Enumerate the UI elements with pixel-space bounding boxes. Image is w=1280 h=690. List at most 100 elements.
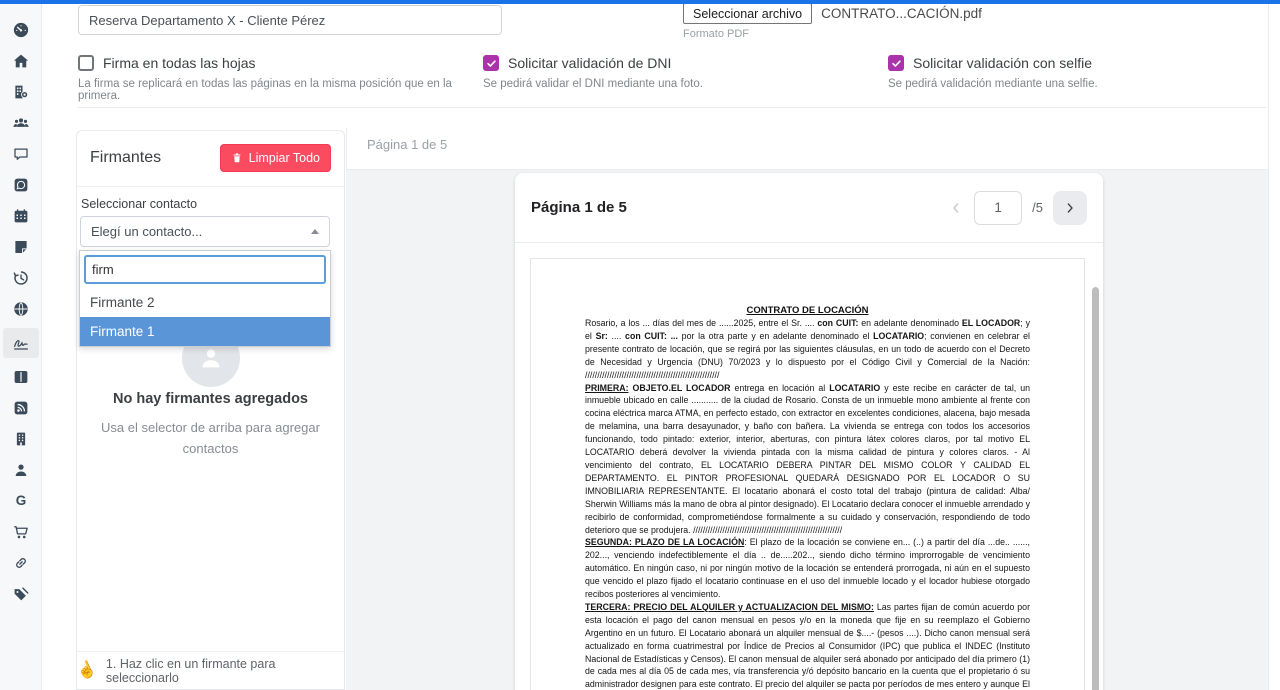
building-icon: [12, 430, 30, 448]
note-icon: [12, 238, 30, 256]
contact-options-list: Firmante 2Firmante 1: [80, 288, 330, 346]
signature-icon: [12, 334, 30, 352]
document-scroll-area: CONTRATO DE LOCACIÓN Rosario, a los ... …: [515, 243, 1103, 690]
gauge-icon: [12, 21, 30, 39]
sidebar-item-google[interactable]: G: [8, 489, 34, 513]
sidebar-item-contacts[interactable]: [8, 111, 34, 135]
history-icon: [12, 269, 30, 287]
google-icon: G: [12, 492, 30, 510]
footer-hint-text: 1. Haz clic en un firmante para seleccio…: [106, 657, 344, 685]
building-gear-icon: [12, 83, 30, 101]
no-signers-subtitle: Usa el selector de arriba para agregar c…: [101, 418, 320, 460]
no-signers-title: No hay firmantes agregados: [77, 391, 344, 407]
sidebar-item-home[interactable]: [8, 49, 34, 73]
page-scrollbar-track[interactable]: [1268, 0, 1280, 690]
sidebar-item-chat[interactable]: [8, 142, 34, 166]
chat-icon: [12, 145, 30, 163]
sidebar-item-web[interactable]: [8, 297, 34, 321]
option-validacion-selfie: Solicitar validación con selfie Se pedirá…: [888, 55, 1268, 90]
sidebar-item-marketplace[interactable]: [8, 520, 34, 544]
page-total-label: /5: [1032, 200, 1043, 215]
sidebar-item-links[interactable]: [8, 551, 34, 575]
trash-icon: [231, 152, 243, 164]
rss-icon: [12, 399, 30, 417]
sidebar-item-calendar[interactable]: [8, 204, 34, 228]
top-progress-bar: [0, 0, 1280, 4]
signers-divider: [77, 186, 344, 187]
file-select-button[interactable]: Seleccionar archivo: [683, 3, 812, 24]
contract-paragraph: TERCERA: PRECIO DEL ALQUILER y ACTUALIZA…: [585, 601, 1030, 690]
sidebar: G: [0, 4, 42, 690]
signers-footer-hint: ☝ 1. Haz clic en un firmante para selecc…: [77, 651, 344, 689]
kanban-icon: [12, 368, 30, 386]
option-validacion-dni: Solicitar validación de DNI Se pedirá val…: [483, 55, 875, 90]
sidebar-item-profile[interactable]: [8, 458, 34, 482]
checkbox-validacion-dni[interactable]: [483, 55, 499, 71]
home-icon: [12, 52, 30, 70]
cart-icon: [12, 523, 30, 541]
sidebar-item-signatures[interactable]: [3, 328, 39, 358]
pdf-viewer-canvas: Página 1 de 5 /5 CONTRATO DE LOCACIÓN: [346, 170, 1268, 690]
page-tab-label: Página 1 de 5: [367, 137, 447, 152]
clear-all-button[interactable]: Limpiar Todo: [220, 144, 331, 172]
person-icon: [12, 461, 30, 479]
sidebar-item-board[interactable]: [8, 365, 34, 389]
checkbox-description: Se pedirá validación mediante una selfie…: [888, 78, 1268, 90]
contact-option[interactable]: Firmante 2: [80, 288, 330, 317]
sidebar-item-dashboard[interactable]: [8, 18, 34, 42]
checkbox-validacion-selfie[interactable]: [888, 55, 904, 71]
sidebar-item-feed[interactable]: [8, 396, 34, 420]
people-icon: [12, 114, 30, 132]
checkbox-label: Solicitar validación de DNI: [508, 55, 671, 71]
contact-dropdown: Firmante 2Firmante 1: [79, 250, 331, 347]
sidebar-item-notes[interactable]: [8, 235, 34, 259]
sidebar-item-buildings[interactable]: [8, 427, 34, 451]
checkbox-description: La firma se replicará en todas las págin…: [78, 78, 470, 102]
document-page: CONTRATO DE LOCACIÓN Rosario, a los ... …: [530, 258, 1085, 690]
svg-text:G: G: [15, 493, 26, 508]
chevron-right-icon: [1062, 200, 1078, 216]
caret-up-icon: [311, 229, 319, 234]
option-firma-todas-hojas: Firma en todas las hojas La firma se repl…: [78, 55, 470, 102]
checkbox-firma-todas-hojas[interactable]: [78, 55, 94, 71]
pagination-controls: /5: [948, 191, 1087, 225]
sidebar-item-tags[interactable]: [8, 582, 34, 606]
whatsapp-icon: [12, 176, 30, 194]
sidebar-item-properties[interactable]: [8, 80, 34, 104]
checkbox-description: Se pedirá validar el DNI mediante una fo…: [483, 78, 875, 90]
page-number-input[interactable]: [974, 191, 1022, 225]
hand-pointer-icon: ☝: [75, 659, 99, 681]
chevron-left-icon: [948, 200, 964, 216]
contract-paragraph: Rosario, a los ... días del mes de .....…: [585, 317, 1030, 382]
contract-title: CONTRATO DE LOCACIÓN: [585, 305, 1030, 316]
top-divider: [78, 107, 1266, 108]
document-scrollbar-thumb[interactable]: [1092, 287, 1099, 690]
checkbox-label: Solicitar validación con selfie: [913, 55, 1092, 71]
contact-search-input[interactable]: [84, 255, 326, 284]
signers-panel-title: Firmantes: [90, 149, 161, 167]
contract-paragraph: SEGUNDA: PLAZO DE LA LOCACIÓN: El plazo …: [585, 536, 1030, 601]
file-format-helper: Formato PDF: [683, 28, 982, 40]
signers-panel: Firmantes Limpiar Todo Seleccionar conta…: [76, 130, 345, 690]
select-contact-label: Seleccionar contacto: [81, 197, 330, 211]
tag-icon: [12, 585, 30, 603]
clear-all-label: Limpiar Todo: [249, 151, 320, 165]
contact-option[interactable]: Firmante 1: [80, 317, 330, 346]
next-page-button[interactable]: [1053, 191, 1087, 225]
person-icon: [197, 344, 225, 372]
checkbox-label: Firma en todas las hojas: [103, 55, 256, 71]
contact-select[interactable]: Elegí un contacto...: [80, 216, 330, 247]
calendar-icon: [12, 207, 30, 225]
contact-select-value: Elegí un contacto...: [91, 224, 202, 239]
sidebar-item-whatsapp[interactable]: [8, 173, 34, 197]
sidebar-item-history[interactable]: [8, 266, 34, 290]
link-icon: [12, 554, 30, 572]
contract-paragraph: PRIMERA: OBJETO.EL LOCADOR entrega en lo…: [585, 382, 1030, 537]
pdf-page-title: Página 1 de 5: [531, 199, 627, 216]
page-tab-bar: Página 1 de 5: [346, 128, 1268, 170]
file-upload-group: Seleccionar archivo CONTRATO...CACIÓN.pd…: [683, 3, 982, 40]
contract-body: Rosario, a los ... días del mes de .....…: [585, 317, 1030, 690]
file-name: CONTRATO...CACIÓN.pdf: [821, 6, 982, 21]
document-title-input[interactable]: [78, 5, 502, 35]
previous-page-button[interactable]: [948, 200, 964, 216]
